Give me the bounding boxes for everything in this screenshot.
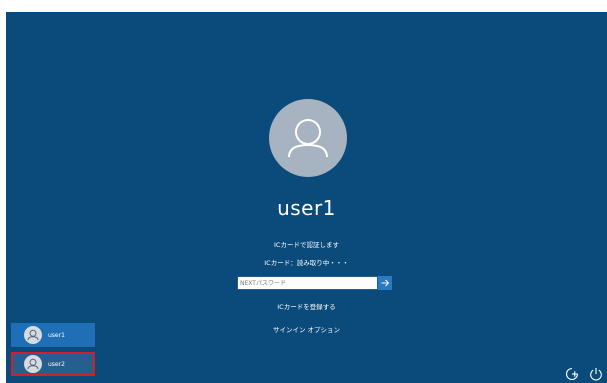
avatar [24,355,42,373]
auth-status-text: ICカードで認証します [274,241,339,249]
card-reading-status: ICカード：読み取り中・・・ [264,259,349,267]
ease-of-access-icon [565,367,579,381]
user-avatar [269,99,347,177]
user-label: user1 [48,332,65,339]
accessibility-button[interactable] [564,366,580,382]
user-switch-item-user1[interactable]: user1 [11,323,95,347]
user-label: user2 [48,361,65,368]
person-icon [288,119,328,158]
signin-options-link[interactable]: サインイン オプション [6,324,607,334]
submit-button[interactable] [378,276,392,290]
person-icon [27,358,39,370]
power-button[interactable] [588,366,604,382]
username-heading: user1 [277,196,336,220]
user-switch-item-user2[interactable]: user2 [11,352,95,376]
lock-screen: user1 ICカードで認証します ICカード：読み取り中・・・ ICカードを登… [6,12,607,383]
arrow-right-icon [381,279,390,287]
power-icon [590,368,602,381]
password-field[interactable] [237,276,378,290]
person-icon [27,329,39,341]
password-input[interactable] [240,277,370,289]
register-card-link[interactable]: ICカードを登録する [6,301,607,311]
avatar [24,326,42,344]
